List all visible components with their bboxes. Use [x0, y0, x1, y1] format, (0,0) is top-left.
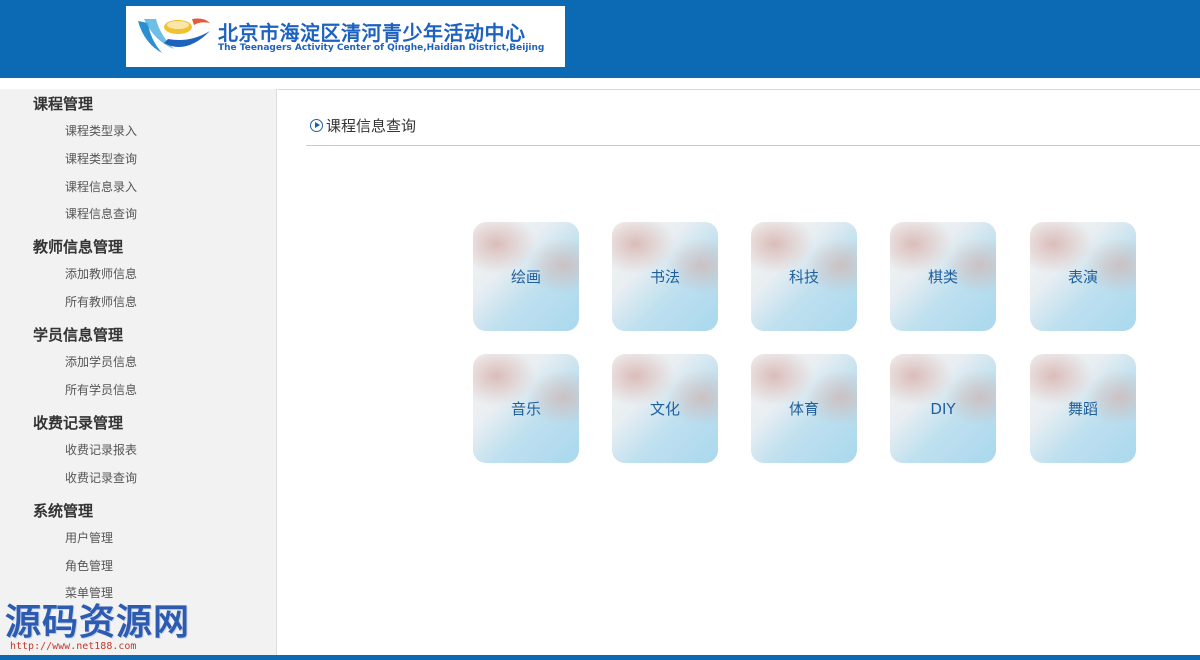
watermark-url: http://www.net188.com [10, 641, 137, 652]
sidebar-item-fee-report[interactable]: 收费记录报表 [65, 441, 137, 458]
logo-title-cn: 北京市海淀区清河青少年活动中心 [218, 21, 526, 45]
header-gap [0, 78, 1200, 89]
logo-title-en: The Teenagers Activity Center of Qinghe,… [218, 43, 545, 53]
category-tile-painting[interactable]: 绘画 [473, 222, 579, 331]
sidebar-group-fees[interactable]: 收费记录管理 [33, 412, 123, 433]
category-tile-diy[interactable]: DIY [890, 354, 996, 463]
category-tile-performance[interactable]: 表演 [1030, 222, 1136, 331]
category-label: 表演 [1067, 268, 1098, 286]
play-circle-icon [310, 119, 323, 132]
category-tile-calligraphy[interactable]: 书法 [612, 222, 718, 331]
category-label: DIY [930, 399, 956, 418]
sidebar-item-add-student[interactable]: 添加学员信息 [65, 353, 137, 370]
footer-bar [0, 655, 1200, 660]
sidebar-item-fee-query[interactable]: 收费记录查询 [65, 469, 137, 486]
sidebar-group-student[interactable]: 学员信息管理 [33, 324, 123, 345]
sidebar-group-system[interactable]: 系统管理 [33, 500, 93, 521]
title-divider [306, 145, 1200, 146]
category-label: 文化 [649, 400, 680, 418]
logo[interactable]: 北京市海淀区清河青少年活动中心 The Teenagers Activity C… [126, 6, 565, 67]
category-tile-technology[interactable]: 科技 [751, 222, 857, 331]
category-label: 舞蹈 [1067, 400, 1098, 418]
category-label: 棋类 [927, 268, 958, 286]
category-tile-dance[interactable]: 舞蹈 [1030, 354, 1136, 463]
sidebar-item-add-teacher[interactable]: 添加教师信息 [65, 265, 137, 282]
sidebar-item-course-info-entry[interactable]: 课程信息录入 [65, 178, 137, 195]
sidebar-item-course-type-query[interactable]: 课程类型查询 [65, 150, 137, 167]
sidebar-item-user-management[interactable]: 用户管理 [65, 529, 113, 546]
category-tile-sports[interactable]: 体育 [751, 354, 857, 463]
sidebar-item-course-type-entry[interactable]: 课程类型录入 [65, 122, 137, 139]
logo-emblem-icon [138, 18, 210, 53]
sidebar-group-teacher[interactable]: 教师信息管理 [33, 236, 123, 257]
category-tile-culture[interactable]: 文化 [612, 354, 718, 463]
category-tile-chess[interactable]: 棋类 [890, 222, 996, 331]
page-title: 课程信息查询 [310, 115, 416, 136]
page-title-text: 课程信息查询 [326, 117, 417, 135]
sidebar-item-all-teachers[interactable]: 所有教师信息 [65, 293, 137, 310]
category-label: 音乐 [510, 400, 541, 418]
sidebar: 课程管理 课程类型录入 课程类型查询 课程信息录入 课程信息查询 教师信息管理 … [0, 89, 277, 660]
category-label: 绘画 [510, 268, 541, 286]
header-bar: 北京市海淀区清河青少年活动中心 The Teenagers Activity C… [0, 0, 1200, 78]
sidebar-item-course-info-query[interactable]: 课程信息查询 [65, 205, 137, 222]
watermark-text: 源码资源网 [5, 602, 191, 643]
category-label: 体育 [788, 400, 819, 418]
sidebar-item-role-management[interactable]: 角色管理 [65, 557, 113, 574]
category-label: 科技 [788, 268, 819, 286]
sidebar-item-all-students[interactable]: 所有学员信息 [65, 381, 137, 398]
category-label: 书法 [649, 268, 680, 286]
main-content: 课程信息查询 绘画 书法 科技 棋类 表演 音乐 文化 体育 DIY 舞蹈 [278, 89, 1200, 660]
sidebar-group-course[interactable]: 课程管理 [33, 93, 93, 114]
category-tile-music[interactable]: 音乐 [473, 354, 579, 463]
